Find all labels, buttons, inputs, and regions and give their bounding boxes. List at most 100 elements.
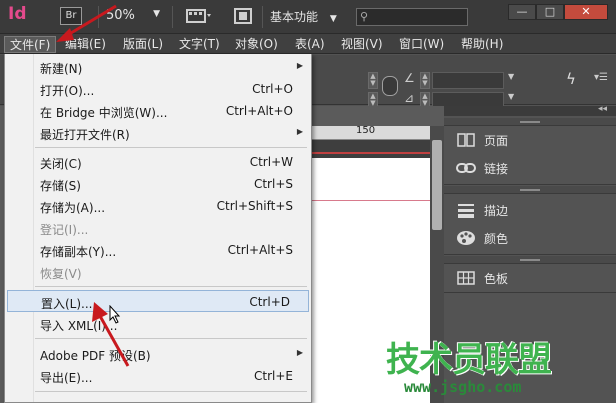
- toolbar-divider: [262, 6, 263, 28]
- panel-label: 页面: [484, 134, 509, 148]
- ruler-label: 150: [356, 125, 376, 136]
- panel-group-grip[interactable]: [444, 256, 616, 264]
- link-constrain-icon[interactable]: [382, 76, 398, 96]
- shortcut: Ctrl+Alt+O: [225, 104, 293, 118]
- panel-divider: [444, 184, 616, 185]
- workspace-switcher[interactable]: 基本功能 ▼: [270, 8, 337, 25]
- rotate-angle-icon: ∠: [404, 71, 415, 85]
- app-bar: Id Br 50% ▼ 基本功能 ▼ ⚲ — □ ✕: [0, 0, 616, 34]
- menu-item-save[interactable]: 存储(S) Ctrl+S: [5, 173, 311, 195]
- submenu-arrow-icon: ▶: [296, 61, 303, 70]
- menu-view[interactable]: 视图(V): [336, 36, 388, 53]
- panel-label: 描边: [484, 204, 509, 218]
- zoom-value: 50%: [106, 8, 135, 23]
- toolbar-divider: [172, 6, 173, 28]
- menu-type[interactable]: 文字(T): [174, 36, 225, 53]
- chevron-down-icon[interactable]: ▼: [508, 72, 514, 81]
- menu-item-new[interactable]: 新建(N) ▶: [5, 56, 311, 78]
- watermark-url: www.jsgho.com: [404, 378, 522, 396]
- view-options-icon[interactable]: [186, 8, 212, 24]
- menu-window[interactable]: 窗口(W): [394, 36, 449, 53]
- shortcut: Ctrl+Shift+S: [216, 199, 293, 213]
- indesign-window: Id Br 50% ▼ 基本功能 ▼ ⚲ — □ ✕ 文件(F) 编辑(E) 版…: [0, 0, 616, 403]
- menu-item-save-as[interactable]: 存储为(A)... Ctrl+Shift+S: [5, 195, 311, 217]
- stroke-icon: [458, 204, 474, 218]
- menu-item-recent[interactable]: 最近打开文件(R) ▶: [5, 122, 311, 144]
- menu-separator: [35, 338, 307, 339]
- menu-item-close[interactable]: 关闭(C) Ctrl+W: [5, 151, 311, 173]
- menu-item-place[interactable]: 置入(L)... Ctrl+D: [7, 290, 309, 312]
- menu-edit[interactable]: 编辑(E): [60, 36, 111, 53]
- pages-icon: [457, 133, 475, 147]
- link-icon: [456, 163, 476, 173]
- menu-item-check-in: 登记(I)...: [40, 223, 89, 237]
- watermark-logo: 技术员联盟: [386, 340, 552, 380]
- zoom-select[interactable]: 50% ▼: [106, 8, 162, 26]
- panel-group-grip[interactable]: [444, 118, 616, 126]
- panel-links[interactable]: 链接: [444, 156, 616, 180]
- shortcut: Ctrl+E: [254, 369, 293, 383]
- submenu-arrow-icon: ▶: [296, 127, 303, 136]
- collapse-panels-icon[interactable]: ◂◂: [598, 104, 607, 114]
- menu-item-import-xml[interactable]: 导入 XML(I)...: [5, 313, 311, 335]
- panel-group-grip[interactable]: [444, 186, 616, 194]
- menu-separator: [35, 147, 307, 148]
- indesign-logo: Id: [8, 4, 27, 24]
- lightning-icon[interactable]: ϟ: [566, 70, 576, 88]
- submenu-arrow-icon: ▶: [296, 348, 303, 357]
- menu-separator: [35, 391, 307, 392]
- shortcut: Ctrl+O: [252, 82, 293, 96]
- stepper[interactable]: ▲ ▼: [420, 72, 430, 89]
- close-button[interactable]: ✕: [564, 4, 608, 20]
- panel-swatches[interactable]: 色板: [444, 266, 616, 290]
- panel-dock-header: [444, 106, 616, 116]
- menu-item-open[interactable]: 打开(O)... Ctrl+O: [5, 78, 311, 100]
- screen-mode-icon[interactable]: [234, 8, 252, 24]
- color-palette-icon: [457, 231, 475, 245]
- stepper[interactable]: ▲ ▼: [368, 72, 378, 89]
- chevron-down-icon[interactable]: ▼: [508, 92, 514, 101]
- shortcut: Ctrl+W: [249, 155, 293, 169]
- menu-bar: 文件(F) 编辑(E) 版面(L) 文字(T) 对象(O) 表(A) 视图(V)…: [0, 34, 616, 54]
- chevron-down-icon: ▼: [153, 9, 160, 19]
- menu-item-revert: 恢复(V): [40, 267, 82, 281]
- chevron-down-icon: ▼: [329, 14, 337, 24]
- margin-guide: [312, 200, 430, 201]
- menu-item-browse-bridge[interactable]: 在 Bridge 中浏览(W)... Ctrl+Alt+O: [5, 100, 311, 122]
- menu-object[interactable]: 对象(O): [230, 36, 283, 53]
- mouse-cursor-icon: [109, 305, 121, 324]
- menu-item-pdf-presets[interactable]: Adobe PDF 预设(B) ▶: [5, 343, 311, 365]
- rotation-field[interactable]: [432, 72, 504, 89]
- guide-line: [300, 152, 430, 154]
- panel-stroke[interactable]: 描边: [444, 198, 616, 222]
- shortcut: Ctrl+S: [253, 177, 293, 191]
- workspace-label: 基本功能: [270, 10, 319, 24]
- menu-help[interactable]: 帮助(H): [456, 36, 508, 53]
- menu-layout[interactable]: 版面(L): [118, 36, 168, 53]
- menu-file[interactable]: 文件(F): [4, 36, 57, 53]
- panel-label: 链接: [484, 162, 509, 176]
- shortcut: Ctrl+D: [249, 295, 290, 309]
- maximize-button[interactable]: □: [536, 4, 564, 20]
- menu-table[interactable]: 表(A): [290, 36, 330, 53]
- shear-angle-icon: ⊿: [404, 91, 415, 105]
- menu-separator: [35, 286, 307, 287]
- panel-divider: [444, 292, 616, 293]
- panel-label: 颜色: [484, 232, 509, 246]
- panel-label: 色板: [484, 272, 509, 286]
- search-input[interactable]: ⚲: [356, 8, 468, 26]
- file-menu-dropdown: 新建(N) ▶ 打开(O)... Ctrl+O 在 Bridge 中浏览(W).…: [4, 54, 312, 403]
- panel-divider: [444, 254, 616, 255]
- swatches-icon: [457, 271, 475, 285]
- minimize-button[interactable]: —: [508, 4, 536, 20]
- document-tab-strip: [300, 140, 430, 158]
- panel-menu-icon[interactable]: ▾☰: [594, 72, 608, 83]
- toolbar-divider: [98, 6, 99, 28]
- menu-item-export[interactable]: 导出(E)... Ctrl+E: [5, 365, 311, 387]
- shortcut: Ctrl+Alt+S: [227, 243, 293, 257]
- panel-color[interactable]: 颜色: [444, 226, 616, 250]
- scrollbar-thumb[interactable]: [432, 140, 442, 230]
- bridge-button[interactable]: Br: [60, 7, 82, 25]
- menu-item-save-copy[interactable]: 存储副本(Y)... Ctrl+Alt+S: [5, 239, 311, 261]
- panel-pages[interactable]: 页面: [444, 128, 616, 152]
